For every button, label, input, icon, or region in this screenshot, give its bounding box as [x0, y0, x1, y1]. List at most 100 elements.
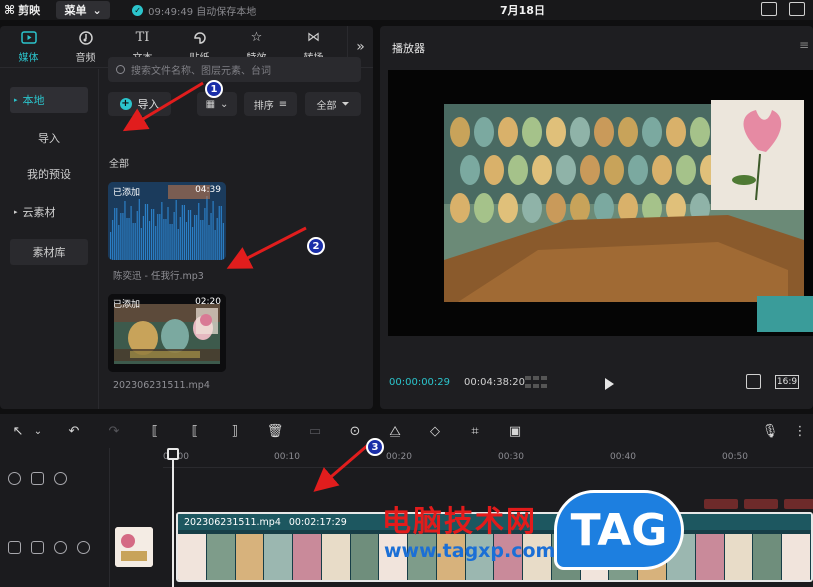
reverse-play-icon[interactable]: ⊙: [345, 422, 365, 440]
timeline-toolbar: ↖ ⌄ ↶ ↷ ⟦ ⟦ ⟧ 🗑 ▭ ⊙ ⧋ ◇ ⌗ ▣ 🎙 ⋮: [0, 414, 813, 448]
media-item-video[interactable]: 已添加 02:20: [108, 294, 226, 372]
ruler-tick: 00:30: [498, 452, 524, 462]
current-time: 00:00:00:29: [389, 377, 451, 388]
media-item-audio[interactable]: 已添加 04:39: [108, 182, 226, 260]
import-label: 导入: [137, 98, 160, 111]
sidebar-item-library[interactable]: 素材库: [10, 239, 88, 265]
media-icon: [20, 30, 38, 46]
search-input[interactable]: 搜索文件名称、图层元素、台词: [108, 57, 361, 82]
fullscreen-icon[interactable]: [746, 374, 761, 389]
sidebar-item-label: 本地: [22, 94, 45, 107]
search-placeholder: 搜索文件名称、图层元素、台词: [131, 66, 271, 77]
media-toolbar: + 导入 ▦ ⌄ 排序 ≡ 全部 ⏷: [108, 92, 361, 116]
watermark-text: 电脑技术网: [382, 504, 538, 538]
text-icon: TI: [135, 30, 150, 45]
tab-label: 媒体: [18, 52, 39, 64]
sidebar-item-label: 云素材: [22, 206, 56, 219]
select-cursor-icon[interactable]: ↖: [8, 422, 28, 440]
preview-frame: [388, 70, 813, 336]
playhead-handle[interactable]: [167, 448, 179, 460]
audio-track-segments: [704, 499, 813, 509]
chevron-down-icon: ⌄: [92, 3, 102, 17]
timeline-ruler[interactable]: 00:00 00:10 00:20 00:30 00:40 00:50: [163, 448, 813, 468]
added-badge: 已添加: [113, 300, 141, 310]
sort-label: 排序: [253, 100, 274, 112]
video-track-icon[interactable]: [8, 541, 21, 554]
trim-right-icon[interactable]: ⟧: [225, 422, 245, 440]
keyboard-shortcut-icon[interactable]: [761, 2, 777, 16]
microphone-icon[interactable]: 🎙: [760, 422, 780, 440]
rotate-icon[interactable]: ◇: [425, 422, 445, 440]
timeline-settings-icon[interactable]: ⋮: [790, 422, 810, 440]
section-label: 全部: [109, 159, 129, 170]
mirror-icon[interactable]: ⧋: [385, 422, 405, 440]
sidebar-item-cloud[interactable]: ▸ 云素材: [10, 199, 88, 225]
sort-button[interactable]: 排序 ≡: [244, 92, 297, 116]
crop-icon[interactable]: ⌗: [465, 422, 485, 440]
caret-right-icon: ▸: [14, 208, 18, 216]
media-item-name: 202306231511.mp4: [113, 380, 210, 391]
title-bar: ⌘ 剪映 菜单 ⌄ ✓ 09:49:49 自动保存本地 7月18日: [0, 0, 813, 20]
filter-button[interactable]: 全部 ⏷: [305, 92, 361, 116]
play-icon[interactable]: [605, 378, 614, 390]
undo-icon[interactable]: ↶: [64, 422, 84, 440]
grid-view-icon: ▦: [205, 98, 216, 110]
player-title: 播放器: [392, 42, 425, 55]
speaker-icon[interactable]: [77, 541, 90, 554]
clip-name: 202306231511.mp4: [184, 516, 281, 528]
media-sidebar: ▸ 本地 导入 我的预设 ▸ 云素材 素材库: [0, 69, 99, 409]
playhead[interactable]: [172, 452, 174, 587]
eye-icon[interactable]: [54, 472, 67, 485]
ruler-tick: 00:10: [274, 452, 300, 462]
sidebar-item-local[interactable]: ▸ 本地: [10, 87, 88, 113]
sidebar-item-import[interactable]: 导入: [10, 125, 88, 151]
menu-button[interactable]: 菜单 ⌄: [56, 1, 111, 19]
annotation-badge: 3: [366, 438, 384, 456]
lock-icon[interactable]: [31, 541, 44, 554]
trim-left-icon[interactable]: ⟦: [185, 422, 205, 440]
aspect-ratio-button[interactable]: 16:9: [775, 375, 799, 389]
ruler-tick: 00:50: [722, 452, 748, 462]
check-icon: ✓: [132, 4, 144, 16]
link-icon[interactable]: [8, 472, 21, 485]
duration-label: 04:39: [195, 185, 221, 195]
app-logo: ⌘ 剪映: [4, 2, 40, 18]
clip-duration: 00:02:17:29: [288, 516, 347, 528]
player-panel: 播放器 ≡ 00:00:00:29 00:04:38:20 16:9: [380, 26, 813, 409]
delete-icon[interactable]: 🗑: [265, 422, 285, 440]
timecode-display: 00:00:00:29 00:04:38:20: [389, 377, 525, 388]
track-controls-audio: [8, 472, 67, 485]
annotation-badge: 2: [307, 237, 325, 255]
app-name: 剪映: [18, 4, 41, 17]
save-status: ✓ 09:49:49 自动保存本地: [132, 3, 256, 18]
sidebar-item-presets[interactable]: 我的预设: [10, 161, 88, 187]
lock-icon[interactable]: [31, 472, 44, 485]
grid-icon[interactable]: [525, 376, 547, 390]
image-edit-icon[interactable]: ▣: [505, 422, 525, 440]
project-title[interactable]: 7月18日: [500, 2, 545, 18]
cover-thumbnail[interactable]: [115, 527, 153, 567]
plus-icon: +: [119, 98, 132, 110]
chevron-down-icon: ⌄: [220, 98, 229, 110]
redo-icon[interactable]: ↷: [104, 422, 124, 440]
total-time: 00:04:38:20: [464, 377, 526, 388]
filter-label: 全部: [316, 100, 337, 112]
menu-label: 菜单: [64, 4, 87, 17]
ruler-tick: 00:40: [610, 452, 636, 462]
video-preview[interactable]: [388, 70, 813, 336]
tab-media[interactable]: 媒体: [0, 26, 57, 67]
audio-icon: [77, 30, 95, 46]
tab-audio[interactable]: 音频: [57, 26, 114, 67]
import-button[interactable]: + 导入: [108, 92, 171, 116]
split-icon[interactable]: ⟦: [145, 422, 165, 440]
layout-icon[interactable]: [789, 2, 805, 16]
sidebar-item-label: 我的预设: [27, 168, 71, 181]
caret-right-icon: ▸: [14, 96, 18, 104]
effects-icon: ☆: [250, 30, 263, 45]
eye-icon[interactable]: [54, 541, 67, 554]
tab-label: 音频: [75, 52, 96, 64]
freeze-icon[interactable]: ▭: [305, 422, 325, 440]
tag-logo: TAG: [554, 490, 684, 570]
menu-icon[interactable]: ≡: [799, 38, 809, 52]
chevron-down-icon[interactable]: ⌄: [28, 422, 48, 440]
